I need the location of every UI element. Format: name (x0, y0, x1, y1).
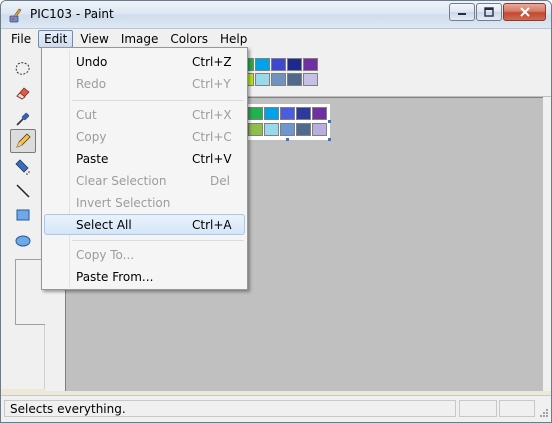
menu-item-copy[interactable]: Copy Ctrl+C (44, 126, 245, 147)
maximize-icon (484, 7, 494, 17)
menu-colors[interactable]: Colors (165, 30, 213, 48)
menu-view[interactable]: View (75, 30, 113, 48)
resize-grip-icon[interactable] (537, 408, 549, 420)
image-swatch-row (248, 122, 328, 137)
canvas-edge (543, 97, 551, 391)
menu-bar: File Edit View Image Colors Help (1, 29, 551, 49)
menu-item-shortcut: Ctrl+V (192, 151, 232, 166)
menu-item-label: Paste (76, 151, 109, 166)
resize-handle[interactable] (328, 138, 331, 141)
ellipse-tool[interactable] (10, 229, 36, 253)
color-swatch[interactable] (271, 73, 286, 86)
toolbox (1, 49, 45, 389)
menu-item-shortcut: Ctrl+Y (192, 76, 231, 91)
menu-item-cut[interactable]: Cut Ctrl+X (44, 104, 245, 125)
close-icon (519, 7, 530, 17)
paint-window: PIC103 - Paint File Edit View Image Colo… (0, 0, 552, 423)
menu-item-paste-from[interactable]: Paste From... (44, 266, 245, 287)
menu-item-shortcut: Ctrl+C (192, 129, 232, 144)
menu-item-label: Cut (76, 107, 97, 122)
menu-item-shortcut: Ctrl+Z (192, 54, 232, 69)
menu-item-clear-selection[interactable]: Clear Selection Del (44, 170, 245, 191)
color-swatch[interactable] (264, 123, 279, 136)
airbrush-icon (15, 159, 30, 175)
menu-item-select-all[interactable]: Select All Ctrl+A (44, 214, 245, 235)
color-swatch[interactable] (312, 107, 327, 120)
menu-separator (72, 100, 244, 101)
menu-help[interactable]: Help (215, 30, 252, 48)
paint-app-icon[interactable] (8, 7, 24, 23)
color-swatch[interactable] (280, 123, 295, 136)
ellipse-icon (15, 235, 31, 247)
line-icon (16, 184, 30, 198)
title-bar[interactable]: PIC103 - Paint (1, 1, 551, 29)
close-button[interactable] (503, 3, 546, 21)
image-swatch-row (248, 106, 328, 121)
resize-handle[interactable] (286, 138, 289, 141)
free-form-select-icon (15, 62, 30, 75)
menu-item-label: Select All (76, 217, 132, 232)
menu-image[interactable]: Image (116, 30, 164, 48)
menu-item-copy-to[interactable]: Copy To... (44, 244, 245, 265)
menu-item-undo[interactable]: Undo Ctrl+Z (44, 51, 245, 72)
color-swatch[interactable] (312, 123, 327, 136)
color-swatch[interactable] (303, 58, 318, 71)
color-swatch[interactable] (296, 123, 311, 136)
airbrush-tool[interactable] (10, 155, 36, 179)
free-form-select-tool[interactable] (10, 57, 36, 81)
menu-item-label: Invert Selection (76, 195, 171, 210)
window-title: PIC103 - Paint (30, 7, 114, 21)
minimize-icon (458, 13, 466, 15)
eraser-tool[interactable] (10, 81, 36, 105)
menu-item-redo[interactable]: Redo Ctrl+Y (44, 73, 245, 94)
line-tool[interactable] (10, 179, 36, 203)
minimize-button[interactable] (449, 3, 475, 21)
status-segment (459, 400, 497, 417)
color-swatch[interactable] (264, 107, 279, 120)
menu-item-invert-selection[interactable]: Invert Selection (44, 192, 245, 213)
menu-item-shortcut: Del (210, 173, 230, 188)
menu-file[interactable]: File (6, 30, 36, 48)
color-swatch[interactable] (287, 58, 302, 71)
status-message: Selects everything. (4, 400, 456, 417)
color-palette (239, 57, 319, 87)
status-bar: Selects everything. (1, 395, 551, 422)
menu-item-label: Paste From... (76, 269, 154, 284)
pencil-tool[interactable] (10, 129, 36, 153)
menu-item-label: Undo (76, 54, 108, 69)
menu-item-shortcut: Ctrl+A (192, 217, 232, 232)
color-swatch[interactable] (280, 107, 295, 120)
pencil-icon (16, 133, 31, 148)
image-canvas[interactable] (246, 104, 331, 141)
color-swatch[interactable] (271, 58, 286, 71)
menu-item-shortcut: Ctrl+X (192, 107, 232, 122)
color-picker-icon (16, 112, 30, 126)
color-swatch[interactable] (303, 73, 318, 86)
menu-item-paste[interactable]: Paste Ctrl+V (44, 148, 245, 169)
color-swatch[interactable] (248, 107, 263, 120)
palette-row (239, 57, 319, 72)
menu-item-label: Copy To... (76, 247, 135, 262)
status-segment (499, 400, 535, 417)
color-swatch[interactable] (255, 58, 270, 71)
maximize-button[interactable] (476, 3, 502, 21)
palette-row (239, 72, 319, 87)
menu-item-label: Redo (76, 76, 107, 91)
menu-separator (72, 240, 244, 241)
rectangle-icon (16, 209, 30, 221)
menu-item-label: Copy (76, 129, 107, 144)
edit-menu-dropdown: Undo Ctrl+Z Redo Ctrl+Y Cut Ctrl+X Copy … (41, 47, 248, 290)
menu-item-label: Clear Selection (76, 173, 167, 188)
color-swatch[interactable] (248, 123, 263, 136)
rectangle-tool[interactable] (10, 203, 36, 227)
resize-handle[interactable] (328, 120, 331, 123)
color-swatch[interactable] (255, 73, 270, 86)
menu-edit[interactable]: Edit (38, 30, 74, 48)
eraser-icon (16, 87, 30, 100)
color-swatch[interactable] (296, 107, 311, 120)
color-picker-tool[interactable] (10, 107, 36, 131)
color-swatch[interactable] (287, 73, 302, 86)
